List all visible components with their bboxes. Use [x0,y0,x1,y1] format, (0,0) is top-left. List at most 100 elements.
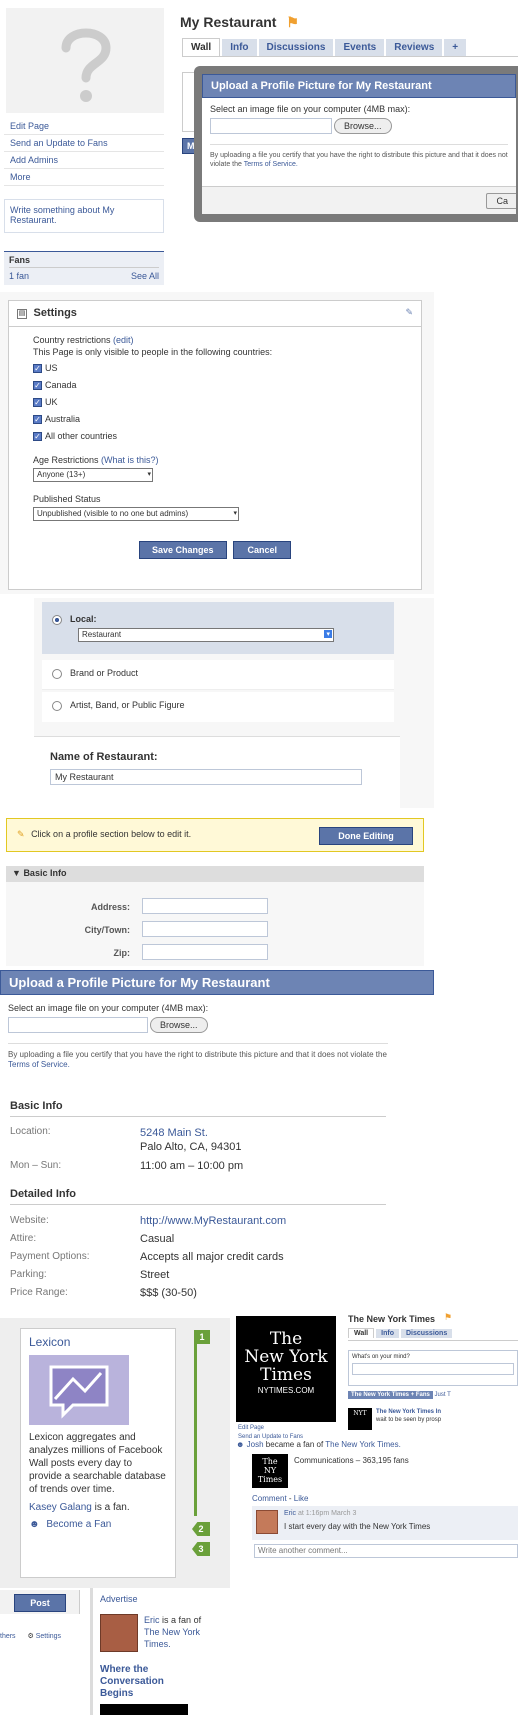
edit-bar-text: Click on a profile section below to edit… [31,829,192,839]
done-editing-button[interactable]: Done Editing [319,827,413,845]
local-radio[interactable] [52,614,62,625]
terms-link-large[interactable]: Terms of Service. [8,1060,70,1069]
checkbox-checked-icon[interactable]: ✓ [33,381,42,391]
like-link[interactable]: Like [294,1494,309,1503]
country-other[interactable]: ✓ All other countries [33,428,397,445]
lexicon-title[interactable]: Lexicon [29,1335,167,1349]
profile-picture-placeholder[interactable] [6,8,164,113]
others-link[interactable]: thers [0,1633,16,1640]
write-comment-input[interactable]: Write another comment... [254,1544,518,1558]
tab-discussions[interactable]: Discussions [258,39,334,56]
name-input[interactable]: My Restaurant [50,769,362,785]
zip-input[interactable] [142,944,268,960]
artist-option[interactable]: Artist, Band, or Public Figure [42,692,394,722]
artist-radio[interactable] [52,700,62,711]
advertise-link[interactable]: Advertise [100,1594,138,1604]
story-target-link[interactable]: The New York Times. [325,1440,401,1449]
age-select[interactable]: Anyone (13+) ▾ [33,468,153,482]
comment-link[interactable]: Comment [252,1494,287,1503]
bottom-section: Post thers ⚙ Settings Advertise Eric is … [0,1588,230,1715]
become-fan-icon: ☻ [29,1519,40,1530]
upload-dialog-large: Upload a Profile Picture for My Restaura… [0,970,434,1088]
side-link-send-update[interactable]: Send an Update to Fans [4,135,164,152]
nyt-page-name: The New York Times [348,1314,436,1324]
what-is-this-link[interactable]: (What is this?) [101,455,159,465]
tab-add[interactable]: + [444,39,467,56]
ad-target-link[interactable]: The New York Times. [144,1627,200,1649]
checkbox-checked-icon[interactable]: ✓ [33,432,42,442]
tab-reviews[interactable]: Reviews [386,39,443,56]
settings-cancel-button[interactable]: Cancel [233,541,292,559]
checkbox-checked-icon[interactable]: ✓ [33,415,42,425]
tab-info[interactable]: Info [222,39,257,56]
ad-user-link[interactable]: Eric [144,1615,160,1625]
local-label: Local: [70,614,97,624]
local-option[interactable]: Local: Restaurant ▾ [42,602,394,654]
country-edit-link[interactable]: (edit) [113,335,134,345]
nyt-post-thumb: NYT [348,1408,372,1430]
ad-headline[interactable]: Where the Conversation Begins [100,1664,200,1700]
brand-option[interactable]: Brand or Product [42,660,394,690]
browse-button-large[interactable]: Browse... [150,1017,208,1033]
tab-events[interactable]: Events [335,39,385,56]
checkbox-checked-icon[interactable]: ✓ [33,364,42,374]
lexicon-description: Lexicon aggregates and analyzes millions… [29,1432,166,1495]
become-fan-link[interactable]: Become a Fan [46,1519,111,1530]
page-name: My Restaurant [180,14,277,30]
nyt-tab-info[interactable]: Info [376,1329,399,1338]
commenter-name[interactable]: Eric [284,1510,296,1517]
pencil-icon[interactable]: ✎ [405,307,413,318]
file-input-small[interactable] [210,118,332,134]
location-link[interactable]: 5248 Main St. [140,1126,242,1140]
edit-bar: ✎ Click on a profile section below to ed… [6,818,424,852]
save-changes-button[interactable]: Save Changes [138,541,227,559]
see-all-link[interactable]: See All [131,271,159,281]
city-input[interactable] [142,921,268,937]
country-australia[interactable]: ✓ Australia [33,411,397,428]
name-label: Name of Restaurant: [50,751,158,763]
published-select[interactable]: Unpublished (visible to no one but admin… [33,507,239,521]
browse-button-small[interactable]: Browse... [334,118,392,134]
nyt-publisher: What's on your mind? [348,1350,518,1386]
address-input[interactable] [142,898,268,914]
website-link[interactable]: http://www.MyRestaurant.com [140,1212,286,1230]
basic-info-edit: ▼ Basic Info Address: City/Town: Zip: [6,866,424,966]
side-link-more[interactable]: More [4,169,164,186]
local-select[interactable]: Restaurant ▾ [78,627,334,642]
file-input-large[interactable] [8,1017,148,1033]
nyt-mind-input[interactable] [352,1363,514,1375]
profile-page-section: Edit Page Send an Update to Fans Add Adm… [0,0,518,285]
post-button[interactable]: Post [14,1594,66,1612]
tab-wall[interactable]: Wall [182,38,221,56]
settings-link[interactable]: Settings [36,1633,61,1640]
detailed-info-title: Detailed Info [10,1188,386,1205]
zip-label: Zip: [113,948,131,958]
side-link-add-admins[interactable]: Add Admins [4,152,164,169]
ad-avatar [100,1614,138,1652]
nyt-side-edit-page[interactable]: Edit Page [238,1424,303,1433]
country-canada[interactable]: ✓ Canada [33,377,397,394]
published-status-label: Published Status [33,494,101,504]
write-about-box[interactable]: Write something about My Restaurant. [4,199,164,233]
cancel-button-partial[interactable]: Ca [486,193,516,209]
fans-count-link[interactable]: 1 fan [9,271,29,281]
nyt-tab-discussions[interactable]: Discussions [400,1329,453,1338]
country-uk[interactable]: ✓ UK [33,394,397,411]
nyt-tab-wall[interactable]: Wall [348,1328,375,1338]
fans-title: Fans [9,255,159,268]
ad-text2: of [193,1615,202,1625]
side-link-edit-page[interactable]: Edit Page [4,118,164,135]
story-user-link[interactable]: Josh [247,1440,264,1449]
dropdown-arrow-icon: ▾ [233,510,237,517]
brand-radio[interactable] [52,668,62,679]
checkbox-checked-icon[interactable]: ✓ [33,398,42,408]
nyt-filter-active[interactable]: The New York Times + Fans [348,1391,433,1399]
country-us[interactable]: ✓ US [33,360,397,377]
lexicon-fan-name[interactable]: Kasey Galang [29,1502,92,1513]
collapse-arrow-icon[interactable]: ▼ [12,868,21,878]
terms-link-small[interactable]: Terms of Service. [244,161,298,168]
nyt-filter-other[interactable]: Just T [435,1392,451,1398]
ad-text1: is a fan [162,1615,192,1625]
nyt-post-author[interactable]: The New York Times In [376,1408,441,1416]
story-text: became a fan of [265,1440,324,1449]
